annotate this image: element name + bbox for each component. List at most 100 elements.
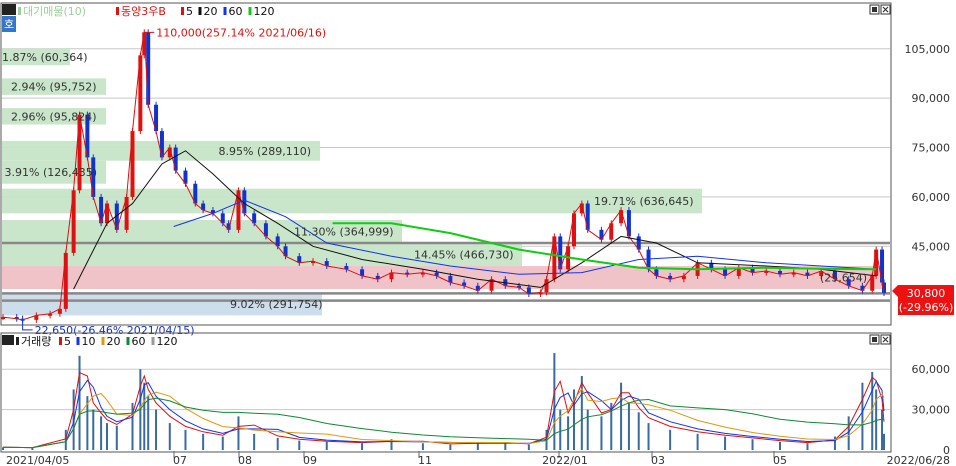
volume-bar (637, 412, 640, 450)
legend-label: 20 (204, 5, 218, 18)
volume-bar (276, 437, 279, 450)
volume-bar (325, 441, 328, 450)
volume-bar (696, 433, 699, 450)
legend-toggle-icon[interactable] (2, 4, 16, 15)
current-price: 30,800 (907, 287, 946, 300)
volume-legend-toggle-icon[interactable] (2, 335, 14, 345)
volume-legend-swatch (151, 337, 155, 345)
volume-bar (449, 444, 452, 450)
price-tick-label: 45,000 (912, 240, 951, 253)
volume-bar (253, 433, 256, 450)
legend-label: 5 (186, 5, 193, 18)
overhang-label: 8.95% (289,110) (219, 145, 312, 158)
volume-legend-label: 60 (132, 335, 146, 348)
high-annotation: 110,000(257.14% 2021/06/16) (156, 26, 326, 39)
volume-bar (647, 423, 650, 450)
price-tick-label: 75,000 (912, 142, 951, 155)
price-legend: 대기매물(10) 동양3우B 5 20 60 120 (18, 5, 275, 18)
volume-bar (627, 402, 630, 450)
volume-bar (155, 409, 158, 450)
volume-bar (779, 441, 782, 450)
price-tick-label: 90,000 (912, 92, 951, 105)
price-candle (874, 249, 879, 276)
overhang-label: 14.45% (466,730) (414, 249, 514, 262)
volume-bar (78, 355, 81, 450)
legend-swatch (116, 7, 119, 15)
volume-tick-label: 30,000 (912, 404, 951, 417)
legend-swatch (198, 7, 202, 15)
overhang-label: 1.87% (60,364) (2, 51, 88, 64)
legend-swatch (248, 7, 252, 15)
volume-legend-swatch (76, 337, 80, 345)
price-candle (63, 252, 68, 309)
volume-bar (847, 416, 850, 450)
maximize-icon-glyph (872, 7, 877, 12)
volume-legend-label: 10 (82, 335, 96, 348)
volume-bar (105, 423, 108, 450)
stock-chart: 1.87% (60,364) 2.94% (95,752) 2.96% (95,82… (0, 0, 956, 466)
volume-legend-label: 5 (64, 335, 71, 348)
volume-bar (421, 443, 424, 450)
date-tick-label: 09 (303, 454, 317, 466)
overhang-label: 2.96% (95,824) (11, 110, 97, 123)
side-tab-label: 호 (4, 18, 14, 31)
price-tick-label: 60,000 (912, 191, 951, 204)
side-tab[interactable]: 호 (2, 16, 16, 32)
volume-legend-label: 120 (157, 335, 178, 348)
volume-bar (600, 416, 603, 450)
volume-bar (184, 429, 187, 450)
volume-legend-label: 20 (107, 335, 121, 348)
volume-bar (298, 440, 301, 450)
volume-legend-swatch (101, 337, 105, 345)
legend-label: 동양3우B (121, 5, 166, 18)
volume-bar (92, 409, 95, 450)
date-tick-label: 03 (651, 454, 665, 466)
volume-bar (202, 433, 205, 450)
volume-bar (147, 396, 150, 450)
overhang-label: 9.02% (291,754) (230, 298, 323, 311)
current-change: (-29.96%) (899, 301, 954, 314)
price-candle (130, 131, 135, 197)
volume-bar (586, 409, 589, 450)
legend-label: 60 (229, 5, 243, 18)
price-candle (571, 213, 576, 247)
date-tick-label: 2022/01 (542, 454, 588, 466)
volume-bar (115, 425, 118, 450)
price-candle (146, 32, 151, 105)
date-tick-label: 08 (238, 454, 252, 466)
date-tick-label: 2022/06/28 (887, 454, 950, 466)
volume-bar (881, 409, 884, 450)
volume-bar (861, 382, 864, 450)
volume-bar (237, 416, 240, 450)
volume-bar (883, 433, 885, 450)
volume-bar (100, 416, 103, 450)
legend-label: 120 (254, 5, 275, 18)
volume-legend-swatch (16, 337, 19, 345)
volume-bar (567, 416, 570, 450)
volume-bar (31, 447, 34, 450)
overhang-label: 11.30% (364,999) (294, 225, 394, 238)
volume-legend-swatch (59, 337, 62, 345)
date-tick-label: 11 (418, 454, 432, 466)
volume-bar (143, 382, 146, 450)
volume-bar (221, 436, 224, 450)
volume-bar (751, 439, 754, 450)
volume-maximize-icon-glyph (872, 337, 877, 342)
volume-bar (553, 353, 556, 450)
volume-bar (168, 423, 171, 450)
volume-bar (527, 444, 530, 450)
volume-bar (806, 443, 809, 450)
volume-tick-label: 60,000 (912, 363, 951, 376)
volume-legend-label: 거래량 (21, 335, 51, 348)
volume-bar (580, 375, 583, 450)
date-tick-label: 2021/04/05 (6, 454, 69, 466)
volume-bar (724, 436, 727, 450)
overhang-label: 19.71% (636,645) (594, 195, 694, 208)
legend-label: 대기매물(10) (23, 5, 86, 18)
volume-bar (361, 443, 364, 450)
date-tick-label: 07 (173, 454, 187, 466)
price-tick-label: 105,000 (905, 43, 951, 56)
date-tick-label: 05 (773, 454, 787, 466)
legend-swatch (223, 7, 227, 15)
volume-legend-swatch (126, 337, 130, 345)
